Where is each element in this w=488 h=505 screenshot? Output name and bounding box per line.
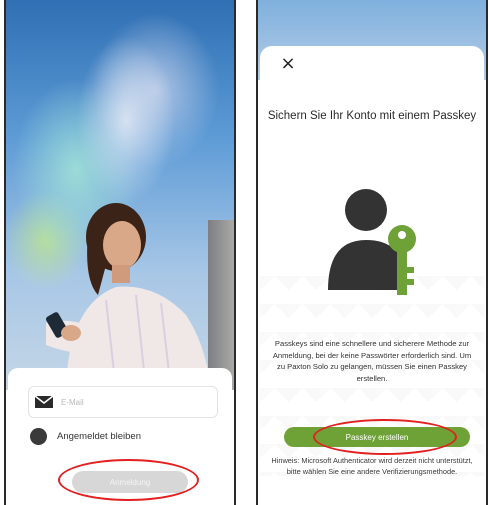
- envelope-icon: [35, 396, 53, 408]
- email-field[interactable]: E-Mail: [28, 386, 218, 418]
- highlight-circle: [313, 419, 457, 455]
- login-screen: E-Mail Angemeldet bleiben Anmeldung: [4, 0, 236, 505]
- highlight-circle: [58, 459, 199, 501]
- hint-text: Hinweis: Microsoft Authenticator wird de…: [271, 456, 473, 476]
- passkey-description: Passkeys sind eine schnellere und sicher…: [272, 339, 472, 383]
- passkey-user-key-icon: [328, 189, 416, 295]
- woman-with-phone-image: [46, 203, 211, 390]
- remember-me-toggle[interactable]: Angemeldet bleiben: [30, 428, 141, 445]
- close-icon[interactable]: ×: [278, 54, 298, 74]
- passkey-screen: × Sichern Sie Ihr Konto mit einem Passke…: [256, 0, 488, 505]
- remember-me-label: Angemeldet bleiben: [57, 431, 141, 442]
- email-placeholder: E-Mail: [61, 397, 84, 407]
- modal-title: Sichern Sie Ihr Konto mit einem Passkey: [267, 110, 477, 122]
- radio-icon[interactable]: [30, 428, 47, 445]
